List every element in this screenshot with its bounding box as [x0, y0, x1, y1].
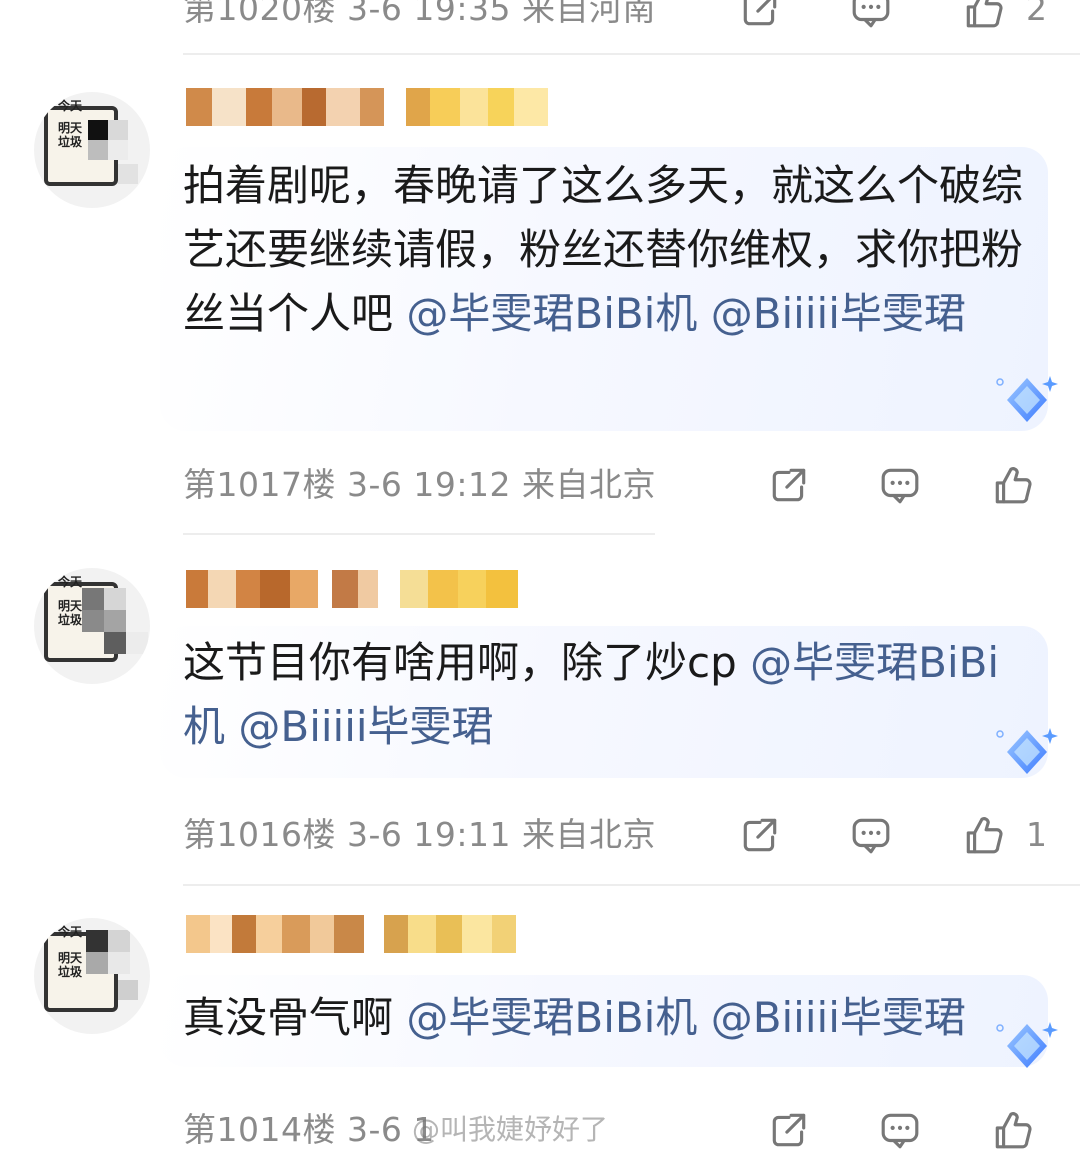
share-icon[interactable]	[768, 464, 810, 506]
avatar-mosaic	[118, 980, 138, 1000]
avatar-word: 明天	[58, 599, 83, 613]
share-icon[interactable]	[739, 814, 781, 856]
like-count: 2	[1026, 0, 1047, 28]
avatar-word: 垃圾	[58, 965, 83, 979]
avatar-mosaic	[82, 610, 104, 632]
diamond-badge-icon	[996, 376, 1058, 422]
avatar-word: 今天	[58, 99, 83, 113]
avatar-mosaic	[88, 120, 108, 140]
avatar-word: 垃圾	[58, 613, 83, 627]
comment-meta-row: 第1016楼 3-6 19:11 来自北京 1	[183, 810, 1080, 860]
avatar-mosaic	[82, 588, 104, 610]
avatar-mosaic	[88, 140, 108, 160]
avatar[interactable]: 今天 明天 垃圾	[34, 918, 150, 1034]
watermark: @叫我婕妤好了	[412, 1113, 609, 1146]
avatar-mosaic	[104, 610, 126, 632]
share-icon[interactable]	[768, 1109, 810, 1151]
mention-link[interactable]: @毕雯珺BiBi机	[406, 289, 697, 338]
divider	[183, 53, 1080, 55]
comment-text: 真没骨气啊 @毕雯珺BiBi机 @Biiiii毕雯珺	[183, 986, 1028, 1050]
avatar-mosaic	[104, 588, 126, 610]
avatar-word: 明天	[58, 121, 83, 135]
mention-link[interactable]: @毕雯珺BiBi机	[406, 993, 697, 1042]
comment-meta: 第1014楼 3-6 1	[183, 1110, 435, 1149]
mention-link[interactable]: @Biiiii毕雯珺	[238, 702, 493, 751]
avatar-mosaic	[108, 952, 130, 974]
like-icon[interactable]	[991, 464, 1033, 506]
avatar-mosaic	[108, 120, 128, 140]
diamond-badge-icon	[996, 728, 1058, 774]
avatar-word: 垃圾	[58, 135, 83, 149]
comment-icon[interactable]	[850, 814, 892, 856]
avatar-mosaic	[86, 930, 108, 952]
username-redacted[interactable]	[186, 915, 516, 953]
avatar[interactable]: 今天 明天 垃圾	[34, 92, 150, 208]
comment-meta-row: 第1017楼 3-6 19:12 来自北京	[183, 460, 1080, 510]
avatar-mosaic	[108, 140, 128, 160]
comment-icon[interactable]	[879, 1109, 921, 1151]
comment-meta-row: 第1020楼 3-6 19:35 来自河南 2	[183, 0, 1080, 34]
avatar-word: 今天	[58, 925, 83, 939]
username-redacted[interactable]	[186, 570, 518, 608]
avatar-mosaic	[104, 632, 126, 654]
comment-meta: 第1020楼 3-6 19:35 来自河南	[183, 0, 656, 28]
comment-body: 真没骨气啊	[183, 993, 394, 1042]
avatar-word: 明天	[58, 951, 83, 965]
comment-icon[interactable]	[850, 0, 892, 30]
comment-meta-row: 第1014楼 3-6 1	[183, 1105, 1080, 1155]
avatar[interactable]: 今天 明天 垃圾	[34, 568, 150, 684]
comment-text: 这节目你有啥用啊，除了炒cp @毕雯珺BiBi机 @Biiiii毕雯珺	[183, 631, 1028, 759]
avatar-mosaic	[108, 930, 130, 952]
like-icon[interactable]	[962, 0, 1004, 30]
divider	[183, 533, 655, 535]
like-icon[interactable]	[991, 1109, 1033, 1151]
mention-link[interactable]: @Biiiii毕雯珺	[711, 289, 966, 338]
comment-body: 这节目你有啥用啊，除了炒cp	[183, 638, 737, 687]
comment-meta: 第1016楼 3-6 19:11 来自北京	[183, 815, 656, 854]
like-icon[interactable]	[962, 814, 1004, 856]
mention-link[interactable]: @Biiiii毕雯珺	[711, 993, 966, 1042]
divider	[183, 884, 1080, 886]
avatar-mosaic	[118, 164, 138, 184]
avatar-mosaic	[126, 632, 148, 654]
share-icon[interactable]	[739, 0, 781, 30]
username-redacted[interactable]	[186, 88, 548, 126]
diamond-badge-icon	[996, 1022, 1058, 1068]
comment-meta: 第1017楼 3-6 19:12 来自北京	[183, 465, 656, 504]
like-count: 1	[1026, 815, 1047, 854]
avatar-word: 今天	[58, 575, 83, 589]
avatar-mosaic	[86, 952, 108, 974]
comment-text: 拍着剧呢，春晚请了这么多天，就这么个破综艺还要继续请假，粉丝还替你维权，求你把粉…	[183, 154, 1028, 346]
comment-icon[interactable]	[879, 464, 921, 506]
